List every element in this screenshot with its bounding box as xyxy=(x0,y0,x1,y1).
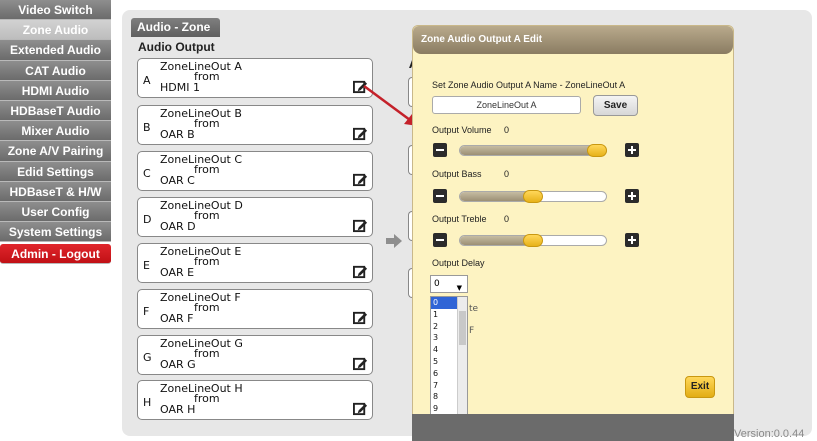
sidebar-item-extended-audio[interactable]: Extended Audio xyxy=(0,40,111,61)
bass-label: Output Bass xyxy=(432,169,482,179)
output-card-c: C ZoneLineOut C from OAR C xyxy=(137,151,373,191)
exit-button[interactable]: Exit xyxy=(685,376,715,398)
chevron-down-icon: ▼ xyxy=(456,284,462,292)
edit-icon[interactable] xyxy=(353,356,368,371)
output-source: OAR H xyxy=(160,403,196,416)
output-from: from xyxy=(194,347,220,360)
arrow-right-icon xyxy=(386,234,402,248)
output-card-f: F ZoneLineOut F from OAR F xyxy=(137,289,373,329)
sidebar-item-mixer-audio[interactable]: Mixer Audio xyxy=(0,121,111,142)
output-from: from xyxy=(194,117,220,130)
partial-label-2: F xyxy=(469,326,475,336)
edit-icon[interactable] xyxy=(353,401,368,416)
output-from: from xyxy=(194,301,220,314)
output-source: OAR E xyxy=(160,266,195,279)
output-card-g: G ZoneLineOut G from OAR G xyxy=(137,335,373,375)
treble-slider-knob[interactable] xyxy=(523,234,543,247)
treble-value: 0 xyxy=(504,214,510,224)
output-card-b: B ZoneLineOut B from OAR B xyxy=(137,105,373,145)
output-letter: A xyxy=(143,74,151,87)
version-label: Version:0.0.44 xyxy=(734,428,805,440)
output-from: from xyxy=(194,392,220,405)
name-label: Set Zone Audio Output A Name - ZoneLineO… xyxy=(432,80,626,90)
save-button[interactable]: Save xyxy=(593,95,638,116)
sidebar-item-video-switch[interactable]: Video Switch xyxy=(0,0,111,21)
output-source: OAR D xyxy=(160,220,196,233)
output-card-d: D ZoneLineOut D from OAR D xyxy=(137,197,373,237)
output-source: OAR G xyxy=(160,358,196,371)
output-letter: H xyxy=(143,396,152,409)
output-card-a: A ZoneLineOut A from HDMI 1 xyxy=(137,58,373,98)
volume-label: Output Volume xyxy=(432,125,492,135)
edit-icon[interactable] xyxy=(353,218,368,233)
output-letter: G xyxy=(143,351,152,364)
volume-slider-track[interactable] xyxy=(459,145,607,156)
output-letter: F xyxy=(143,305,150,318)
sidebar-item-user-config[interactable]: User Config xyxy=(0,201,111,223)
output-from: from xyxy=(194,163,220,176)
dialog-title[interactable]: Zone Audio Output A Edit xyxy=(413,26,733,54)
name-input[interactable]: ZoneLineOut A xyxy=(432,96,581,114)
sidebar-item-cat-audio[interactable]: CAT Audio xyxy=(0,60,111,81)
bass-minus-icon[interactable] xyxy=(433,189,447,203)
output-card-e: E ZoneLineOut E from OAR E xyxy=(137,243,373,283)
bass-slider-knob[interactable] xyxy=(523,190,543,203)
page-tab[interactable]: Audio - Zone xyxy=(131,18,221,37)
volume-value: 0 xyxy=(504,125,510,135)
edit-icon[interactable] xyxy=(353,264,368,279)
bass-value: 0 xyxy=(504,169,510,179)
output-from: from xyxy=(194,255,220,268)
edit-dialog: Zone Audio Output A Edit Set Zone Audio … xyxy=(412,25,734,441)
scrollbar-thumb[interactable] xyxy=(459,311,466,345)
output-source: OAR C xyxy=(160,174,195,187)
output-letter: B xyxy=(143,121,151,134)
output-source: OAR B xyxy=(160,128,195,141)
output-letter: C xyxy=(143,167,151,180)
admin-logout-button[interactable]: Admin - Logout xyxy=(0,244,111,265)
treble-plus-icon[interactable] xyxy=(625,233,639,247)
volume-slider-knob[interactable] xyxy=(587,144,607,157)
sidebar-nav: Video Switch Zone Audio Extended Audio C… xyxy=(0,0,111,265)
output-from: from xyxy=(194,209,220,222)
output-source: OAR F xyxy=(160,312,194,325)
output-source: HDMI 1 xyxy=(160,81,200,94)
sidebar-item-edid-settings[interactable]: Edid Settings xyxy=(0,161,111,182)
output-letter: E xyxy=(143,259,150,272)
section-title: Audio Output xyxy=(138,40,215,54)
volume-minus-icon[interactable] xyxy=(433,143,447,157)
treble-minus-icon[interactable] xyxy=(433,233,447,247)
bass-plus-icon[interactable] xyxy=(625,189,639,203)
treble-label: Output Treble xyxy=(432,214,487,224)
delay-select[interactable]: 0 ▼ xyxy=(430,275,468,293)
sidebar-item-zone-audio[interactable]: Zone Audio xyxy=(0,20,111,41)
sidebar-item-hdmi-audio[interactable]: HDMI Audio xyxy=(0,80,111,101)
volume-slider-fill xyxy=(460,146,606,155)
output-letter: D xyxy=(143,213,152,226)
delay-selected-value: 0 xyxy=(434,279,440,289)
sidebar-item-system-settings[interactable]: System Settings xyxy=(0,222,111,243)
sidebar-item-hdbaset-hw[interactable]: HDBaseT & H/W xyxy=(0,181,111,202)
partial-label: te xyxy=(469,304,479,314)
edit-icon[interactable] xyxy=(353,310,368,325)
output-card-h: H ZoneLineOut H from OAR H xyxy=(137,380,373,420)
edit-icon[interactable] xyxy=(353,172,368,187)
volume-plus-icon[interactable] xyxy=(625,143,639,157)
sidebar-item-hdbaset-audio[interactable]: HDBaseT Audio xyxy=(0,100,111,122)
delay-label: Output Delay xyxy=(432,258,485,268)
dialog-footer-bar xyxy=(412,414,734,441)
sidebar-item-zone-av-pairing[interactable]: Zone A/V Pairing xyxy=(0,141,111,162)
